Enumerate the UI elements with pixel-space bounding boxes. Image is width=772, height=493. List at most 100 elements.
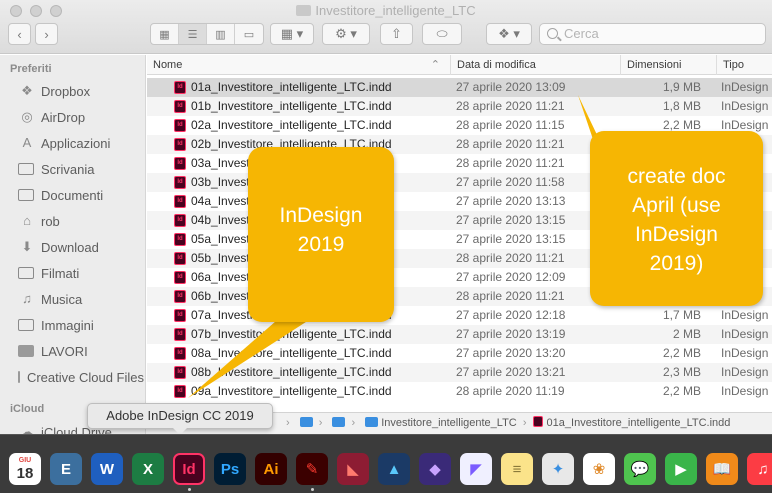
indesign-dock-icon[interactable]: Id <box>173 453 205 485</box>
icon-view-button[interactable]: ▦ <box>151 24 179 44</box>
airdrop-icon: ◎ <box>21 109 33 124</box>
dock-icon-glyph: ≡ <box>512 460 522 478</box>
action-button[interactable]: ⚙ ▾ <box>322 23 370 45</box>
column-header-date[interactable]: Data di modifica <box>450 55 614 75</box>
dock-icon-glyph: ▲ <box>386 460 402 478</box>
sidebar-heading-favorites: Preferiti <box>10 63 52 75</box>
dock-icon-glyph: E <box>60 460 71 478</box>
share-button[interactable]: ⇧ <box>380 23 413 45</box>
sidebar-item-lavori[interactable]: LAVORI <box>18 340 144 362</box>
file-date: 27 aprile 2020 13:21 <box>456 365 566 379</box>
indesign-file-icon: Id <box>174 233 186 246</box>
file-size: 2 MB <box>672 327 701 341</box>
file-date: 28 aprile 2020 11:19 <box>456 384 565 398</box>
indesign-file-icon: Id <box>174 366 186 379</box>
sidebar-item-filmati[interactable]: Filmati <box>18 262 144 284</box>
preview-dock-icon[interactable]: ✦ <box>542 453 574 485</box>
facetime-dock-icon[interactable]: ▶ <box>665 453 697 485</box>
sidebar-item-dropbox[interactable]: ❖ Dropbox <box>18 80 144 102</box>
file-size: 2,3 MB <box>662 365 701 379</box>
notes-dock-icon[interactable]: ≡ <box>501 453 533 485</box>
table-row[interactable]: Id 01b_Investitore_intelligente_LTC.indd 2… <box>147 97 772 116</box>
group-icon: ▦ ▾ <box>280 26 304 41</box>
indesign-file-icon: Id <box>174 347 186 360</box>
affinity-photo-dock-icon[interactable]: ◆ <box>419 453 451 485</box>
sidebar-item-label: Immagini <box>41 317 94 333</box>
window-title-text: Investitore_intelligente_LTC <box>315 3 476 18</box>
file-size: 2,2 MB <box>662 346 701 360</box>
group-button[interactable]: ▦ ▾ <box>270 23 314 45</box>
file-size: 1,9 MB <box>662 80 701 94</box>
sidebar-item-label: Documenti <box>41 187 104 203</box>
acrobat-dock-icon[interactable]: ✎ <box>296 453 328 485</box>
folder-icon <box>332 417 346 427</box>
indesign-file-icon: Id <box>174 100 186 113</box>
messages-dock-icon[interactable]: 💬 <box>624 453 656 485</box>
gallery-view-button[interactable]: ▭ <box>235 24 263 44</box>
search-field[interactable]: Cerca <box>539 23 766 45</box>
list-view-button[interactable]: ☰ <box>179 24 207 44</box>
table-row[interactable]: Id07a_Investitore_intelligente_LTC.indd2… <box>147 306 772 325</box>
table-row[interactable]: Id 08b_Investitore_intelligente_LTC.indd 2… <box>147 363 772 382</box>
dock-icon-glyph: ✦ <box>551 461 565 478</box>
music-dock-icon[interactable]: ♫ <box>747 453 772 485</box>
running-indicator <box>188 488 191 491</box>
file-date: 27 aprile 2020 12:18 <box>456 308 566 322</box>
file-type: InDesign <box>721 327 769 341</box>
sidebar-item-creative-cloud-files[interactable]: Creative Cloud Files <box>18 366 144 388</box>
movies-icon <box>18 267 34 279</box>
sort-chevron-icon: ⌃ <box>430 59 440 71</box>
word-dock-icon[interactable]: W <box>91 453 123 485</box>
file-type: InDesign <box>721 80 769 94</box>
sidebar-item-label: Musica <box>41 291 83 307</box>
tags-button[interactable]: ⬭ <box>422 23 462 45</box>
forward-button[interactable]: › <box>35 23 58 45</box>
file-name: 01a_Investitore_intelligente_LTC.indd <box>191 80 392 94</box>
sidebar-item-applicazioni[interactable]: A Applicazioni <box>18 132 144 154</box>
sidebar-item-rob[interactable]: ⌂ rob <box>18 210 144 232</box>
sidebar-item-immagini[interactable]: Immagini <box>18 314 144 336</box>
sidebar-item-scrivania[interactable]: Scrivania <box>18 158 144 180</box>
sidebar-item-label: Filmati <box>41 265 80 281</box>
vectornator-dock-icon[interactable]: ◤ <box>460 453 492 485</box>
affinity-publisher-dock-icon[interactable]: ◣ <box>337 453 369 485</box>
sidebar-item-label: rob <box>41 213 60 229</box>
excel-dock-icon[interactable]: X <box>132 453 164 485</box>
table-row[interactable]: Id 08a_Investitore_intelligente_LTC.indd 2… <box>147 344 772 363</box>
dock-icon-glyph: Ai <box>263 460 279 478</box>
table-row[interactable]: Id 07b_Investitore_intelligente_LTC.indd 2… <box>147 325 772 344</box>
dropbox-toolbar-button[interactable]: ❖ ▾ <box>486 23 532 45</box>
column-header-size[interactable]: Dimensioni <box>620 55 714 75</box>
column-header-type[interactable]: Tipo <box>716 55 772 75</box>
illustrator-dock-icon[interactable]: Ai <box>255 453 287 485</box>
sidebar-item-airdrop[interactable]: ◎ AirDrop <box>18 106 144 128</box>
sidebar-heading-icloud: iCloud <box>10 403 45 415</box>
sidebar-item-documenti[interactable]: Documenti <box>18 184 144 206</box>
table-row[interactable]: Id 09a_Investitore_intelligente_LTC.indd 2… <box>147 382 772 401</box>
folder-icon <box>18 371 20 383</box>
photoshop-dock-icon[interactable]: Ps <box>214 453 246 485</box>
table-row[interactable]: Id 01a_Investitore_intelligente_LTC.indd 2… <box>147 78 772 97</box>
column-header-name[interactable]: Nome ⌃ <box>147 55 448 75</box>
download-icon: ⬇ <box>21 239 33 254</box>
photos-dock-icon[interactable]: ❀ <box>583 453 615 485</box>
sidebar-item-download[interactable]: ⬇ Download <box>18 236 144 258</box>
file-size: 1,7 MB <box>662 308 701 322</box>
back-button[interactable]: ‹ <box>8 23 31 45</box>
books-dock-icon[interactable]: 📖 <box>706 453 738 485</box>
icloud-icon: ☁ <box>20 424 34 435</box>
sidebar-item-label: LAVORI <box>41 343 88 359</box>
column-view-button[interactable]: ▥ <box>207 24 235 44</box>
calendar-dock-icon[interactable]: GIU 18 <box>9 453 41 485</box>
file-type: InDesign <box>721 384 769 398</box>
exchange-dock-icon[interactable]: E <box>50 453 82 485</box>
file-name: 08a_Investitore_intelligente_LTC.indd <box>191 346 392 360</box>
sidebar-item-musica[interactable]: ♫ Musica <box>18 288 144 310</box>
path-folder[interactable]: Investitore_intelligente_LTC <box>381 417 517 429</box>
indesign-file-icon: Id <box>174 214 186 227</box>
path-file[interactable]: 01a_Investitore_intelligente_LTC.indd <box>547 417 731 429</box>
view-mode-segmented: ▦ ☰ ▥ ▭ <box>150 23 264 45</box>
affinity-designer-dock-icon[interactable]: ▲ <box>378 453 410 485</box>
path-separator-icon: › <box>286 417 290 429</box>
dock-icon-glyph: Id <box>182 460 196 478</box>
